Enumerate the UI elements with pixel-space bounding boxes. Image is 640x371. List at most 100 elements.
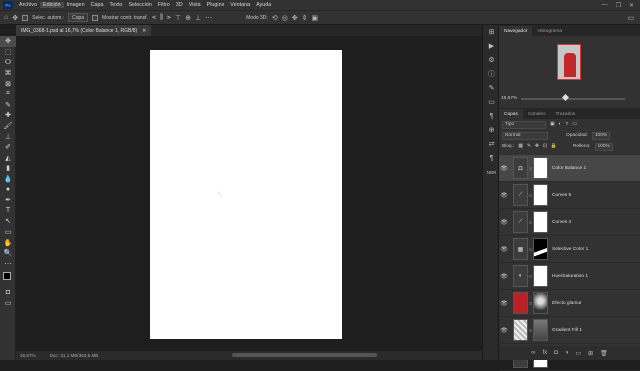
filter-kind-dropdown[interactable]: Tipo [502,120,546,129]
nbr-plugin-icon[interactable]: NBR [483,165,500,179]
layer-efecto-glamur[interactable]: 👁 8 Efecto glamur [499,290,640,317]
roll-3d-icon[interactable]: ◎ [282,14,288,22]
visibility-eye-icon[interactable]: 👁 [499,246,509,253]
styles-icon[interactable]: ⊕ [483,123,500,137]
lock-artboard-icon[interactable]: ⊡ [543,144,547,149]
slide-3d-icon[interactable]: ⇕ [302,14,308,22]
workspace-icon[interactable]: ▭ [627,14,634,22]
home-icon[interactable]: ⌂ [4,14,8,21]
quick-select-tool[interactable]: ⌘ [0,68,16,79]
layer-color-balance-1[interactable]: 👁 ⚖ 8 Color Balance 1 [499,155,640,182]
show-transform-checkbox[interactable] [92,14,99,21]
filter-adjust-icon[interactable]: ◐ [559,122,562,127]
crop-tool[interactable]: ⊠ [0,78,16,89]
rectangle-tool[interactable]: ▭ [0,227,16,238]
layer-mask-thumb[interactable] [533,319,548,341]
close-tab-icon[interactable]: ✕ [142,28,146,34]
blur-tool[interactable]: 💧 [0,174,16,185]
more-tools[interactable]: ⋯ [0,258,16,269]
add-mask-icon[interactable]: ◘ [554,350,558,356]
layer-curves-5[interactable]: 👁 ⟋ 8 Curves 5 [499,182,640,209]
type-tool[interactable]: T [0,206,16,217]
menu-archivo[interactable]: Archivo [16,2,40,8]
blend-mode-dropdown[interactable]: Normal [502,131,548,140]
opacity-field[interactable]: 100% [591,131,611,140]
align-left-icon[interactable]: ⫷ [152,14,156,22]
brush-settings-icon[interactable]: ✎ [483,81,500,95]
layer-selective-color-1[interactable]: 👁 ▦ 8 Selective Color 1 [499,236,640,263]
horizontal-scrollbar[interactable] [232,353,377,357]
auto-select-dropdown[interactable]: Capa [68,13,89,22]
navigator-zoom[interactable]: 16,67% [501,96,517,101]
new-layer-icon[interactable]: ⊞ [588,350,593,357]
layer-mask-thumb[interactable] [533,238,548,260]
actions-icon[interactable]: ▶ [483,39,500,53]
visibility-eye-icon[interactable]: 👁 [499,300,509,307]
visibility-eye-icon[interactable]: 👁 [499,192,509,199]
scale-3d-icon[interactable]: ▣ [312,14,319,22]
new-adjustment-icon[interactable]: ◑ [565,350,569,356]
layer-name[interactable]: Hue/Saturation 1 [552,274,588,279]
distribute-icon[interactable]: ⋯ [205,14,212,22]
properties-icon[interactable]: ⚙ [483,53,500,67]
lock-paint-icon[interactable]: ✎ [527,144,531,149]
visibility-eye-icon[interactable]: 👁 [499,273,509,280]
adjustments-icon[interactable]: ⇄ [483,137,500,151]
menu-edicion[interactable]: Edición [39,2,64,8]
menu-plugins[interactable]: Plugins [204,2,228,8]
fx-icon[interactable]: fx [543,350,548,356]
menu-3d[interactable]: 3D [173,2,186,8]
layer-name[interactable]: Selective Color 1 [552,247,588,252]
layer-name[interactable]: Efecto glamur [552,301,582,306]
rotate-3d-icon[interactable]: ⟲ [272,14,278,22]
tab-navegador[interactable]: Navegador [499,26,533,36]
move-tool[interactable]: ✥ [0,36,16,47]
menu-texto[interactable]: Texto [107,2,126,8]
document-tab[interactable]: IMG_0368-1.psd al 16,7% (Color Balance 1… [16,25,152,36]
menu-ayuda[interactable]: Ayuda [253,2,274,8]
fill-field[interactable]: 100% [594,142,613,151]
tab-histograma[interactable]: Histograma [532,26,567,36]
paragraph-icon[interactable]: ¶ [483,109,500,123]
layer-hue-saturation-1[interactable]: 👁 ◐ 8 Hue/Saturation 1 [499,263,640,290]
frame-tool[interactable]: ⌗ [0,89,16,100]
lock-position-icon[interactable]: ✥ [535,144,539,149]
path-select-tool[interactable]: ↖ [0,216,16,227]
delete-layer-icon[interactable]: 🗑 [600,350,608,357]
auto-select-checkbox[interactable] [22,14,29,21]
lasso-tool[interactable]: ⵔ [0,57,16,68]
menu-vista[interactable]: Vista [186,2,204,8]
menu-seleccion[interactable]: Selección [125,2,154,8]
pen-tool[interactable]: ✒ [0,195,16,206]
swatches-icon[interactable]: ▭ [483,95,500,109]
layer-name[interactable]: Curves 4 [552,220,571,225]
zoom-tool[interactable]: 🔍 [0,248,16,259]
visibility-eye-icon[interactable]: 👁 [499,327,509,334]
layer-mask-thumb[interactable] [533,292,548,314]
visibility-eye-icon[interactable]: 👁 [499,219,509,226]
visibility-eye-icon[interactable]: 👁 [499,165,509,172]
dodge-tool[interactable]: ● [0,184,16,195]
align-right-icon[interactable]: ⫸ [167,14,171,22]
menu-capa[interactable]: Capa [88,2,107,8]
navigator-zoom-slider[interactable] [521,98,625,100]
hand-tool[interactable]: ✋ [0,237,16,248]
filter-shape-icon[interactable]: ▭ [572,122,577,127]
layer-mask-thumb[interactable] [533,265,548,287]
info-icon[interactable]: ⓘ [483,67,500,81]
quick-mask-icon[interactable]: ◘ [0,287,16,298]
stamp-tool[interactable]: ⊥ [0,131,16,142]
minimize-icon[interactable]: — [602,2,608,9]
color-swatches[interactable] [0,269,15,287]
layer-mask-thumb[interactable] [533,157,548,179]
character-icon[interactable]: ¶ [483,151,500,165]
drag-3d-icon[interactable]: ✥ [292,14,298,22]
eyedropper-tool[interactable]: ✎ [0,100,16,111]
brush-tool[interactable]: 🖌 [0,121,16,132]
menu-imagen[interactable]: Imagen [64,2,88,8]
move-tool-icon[interactable]: ✥ [12,14,18,22]
document-canvas[interactable] [150,50,342,339]
screen-mode-icon[interactable]: ▭ [0,298,16,309]
tab-capas[interactable]: Capas [499,109,523,119]
restore-icon[interactable]: ❐ [616,2,621,9]
